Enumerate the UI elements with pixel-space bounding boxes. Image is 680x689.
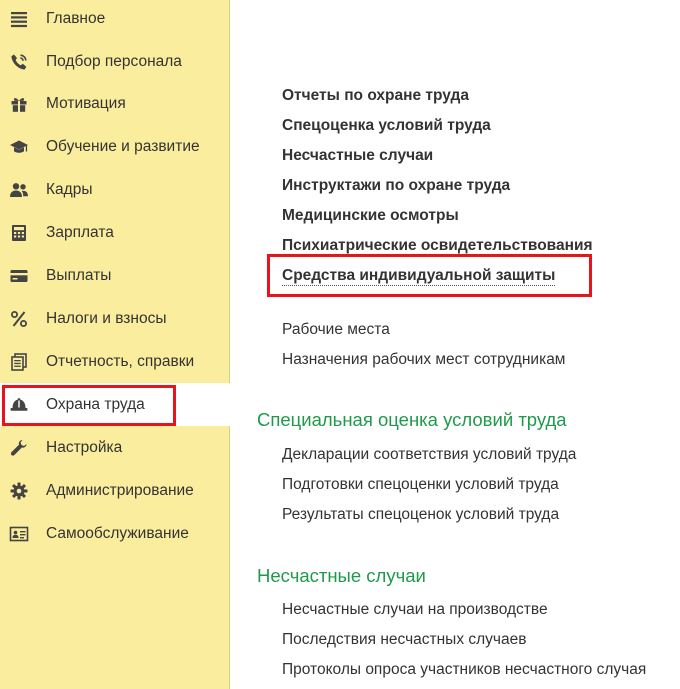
link-working-conditions-assessment[interactable]: Спецоценка условий труда (282, 117, 491, 135)
sidebar-item-label: Подбор персонала (46, 52, 182, 70)
sidebar-item-self-service[interactable]: Самообслуживание (0, 512, 230, 555)
sidebar-item-label: Обучение и развитие (46, 137, 200, 155)
sidebar-item-training[interactable]: Обучение и развитие (0, 125, 230, 168)
calculator-icon (9, 223, 29, 243)
wrench-icon (9, 438, 29, 458)
link-ppe-label: Средства индивидуальной защиты (282, 267, 556, 286)
percent-icon (9, 309, 29, 329)
sidebar-item-label: Главное (46, 9, 106, 27)
link-safety-briefings[interactable]: Инструктажи по охране труда (282, 177, 510, 195)
sidebar-item-label: Налоги и взносы (46, 309, 167, 327)
sidebar: Главное Подбор персонала Мотивация Обуче… (0, 0, 231, 689)
link-medical-checkups[interactable]: Медицинские осмотры (282, 207, 459, 225)
sidebar-item-administration[interactable]: Администрирование (0, 469, 230, 512)
link-interview-protocols[interactable]: Протоколы опроса участников несчастного … (282, 661, 646, 679)
link-personal-protective-equipment[interactable]: Средства индивидуальной защиты (282, 267, 556, 286)
link-assessment-preparations[interactable]: Подготовки спецоценки условий труда (282, 476, 559, 494)
sidebar-item-recruitment[interactable]: Подбор персонала (0, 40, 230, 83)
section-title-accidents: Несчастные случаи (257, 565, 426, 586)
sidebar-item-taxes[interactable]: Налоги и взносы (0, 297, 230, 340)
sidebar-item-salary[interactable]: Зарплата (0, 211, 230, 254)
sidebar-item-label: Настройка (46, 438, 123, 456)
link-conformity-declarations[interactable]: Декларации соответствия условий труда (282, 446, 576, 464)
section-title-assessment: Специальная оценка условий труда (257, 409, 567, 430)
sidebar-item-payments[interactable]: Выплаты (0, 254, 230, 297)
hard-hat-icon (9, 395, 29, 415)
app-window: Главное Подбор персонала Мотивация Обуче… (0, 0, 680, 689)
sidebar-item-label: Выплаты (46, 266, 112, 284)
sidebar-item-label: Самообслуживание (46, 524, 189, 542)
sidebar-item-labor-safety[interactable]: Охрана труда (0, 383, 231, 426)
main-content: Отчеты по охране труда Спецоценка услови… (231, 0, 680, 689)
link-workplace-assignments[interactable]: Назначения рабочих мест сотрудникам (282, 351, 565, 369)
menu-lines-icon (9, 9, 29, 29)
sidebar-item-label: Мотивация (46, 94, 126, 112)
link-labor-safety-reports[interactable]: Отчеты по охране труда (282, 87, 469, 105)
link-workplaces[interactable]: Рабочие места (282, 321, 390, 339)
sidebar-item-reports[interactable]: Отчетность, справки (0, 340, 230, 383)
phone-icon (9, 52, 29, 72)
sidebar-item-motivation[interactable]: Мотивация (0, 82, 230, 125)
sidebar-item-label: Охрана труда (46, 395, 145, 413)
graduation-cap-icon (9, 137, 29, 157)
link-psychiatric-examinations[interactable]: Психиатрические освидетельствования (282, 237, 593, 255)
gift-icon (9, 94, 29, 114)
link-accidents[interactable]: Несчастные случаи (282, 147, 433, 165)
gear-icon (9, 481, 29, 501)
id-card-icon (9, 524, 29, 544)
sidebar-item-label: Зарплата (46, 223, 114, 241)
link-accident-consequences[interactable]: Последствия несчастных случаев (282, 631, 526, 649)
people-icon (9, 180, 29, 200)
sidebar-item-settings[interactable]: Настройка (0, 426, 230, 469)
link-assessment-results[interactable]: Результаты спецоценок условий труда (282, 506, 559, 524)
sidebar-item-label: Администрирование (46, 481, 194, 499)
sidebar-item-main[interactable]: Главное (0, 0, 230, 40)
sidebar-item-personnel[interactable]: Кадры (0, 168, 230, 211)
documents-icon (9, 352, 29, 372)
link-industrial-accidents[interactable]: Несчастные случаи на производстве (282, 601, 548, 619)
sidebar-item-label: Кадры (46, 180, 93, 198)
sidebar-item-label: Отчетность, справки (46, 352, 195, 370)
card-icon (9, 266, 29, 286)
